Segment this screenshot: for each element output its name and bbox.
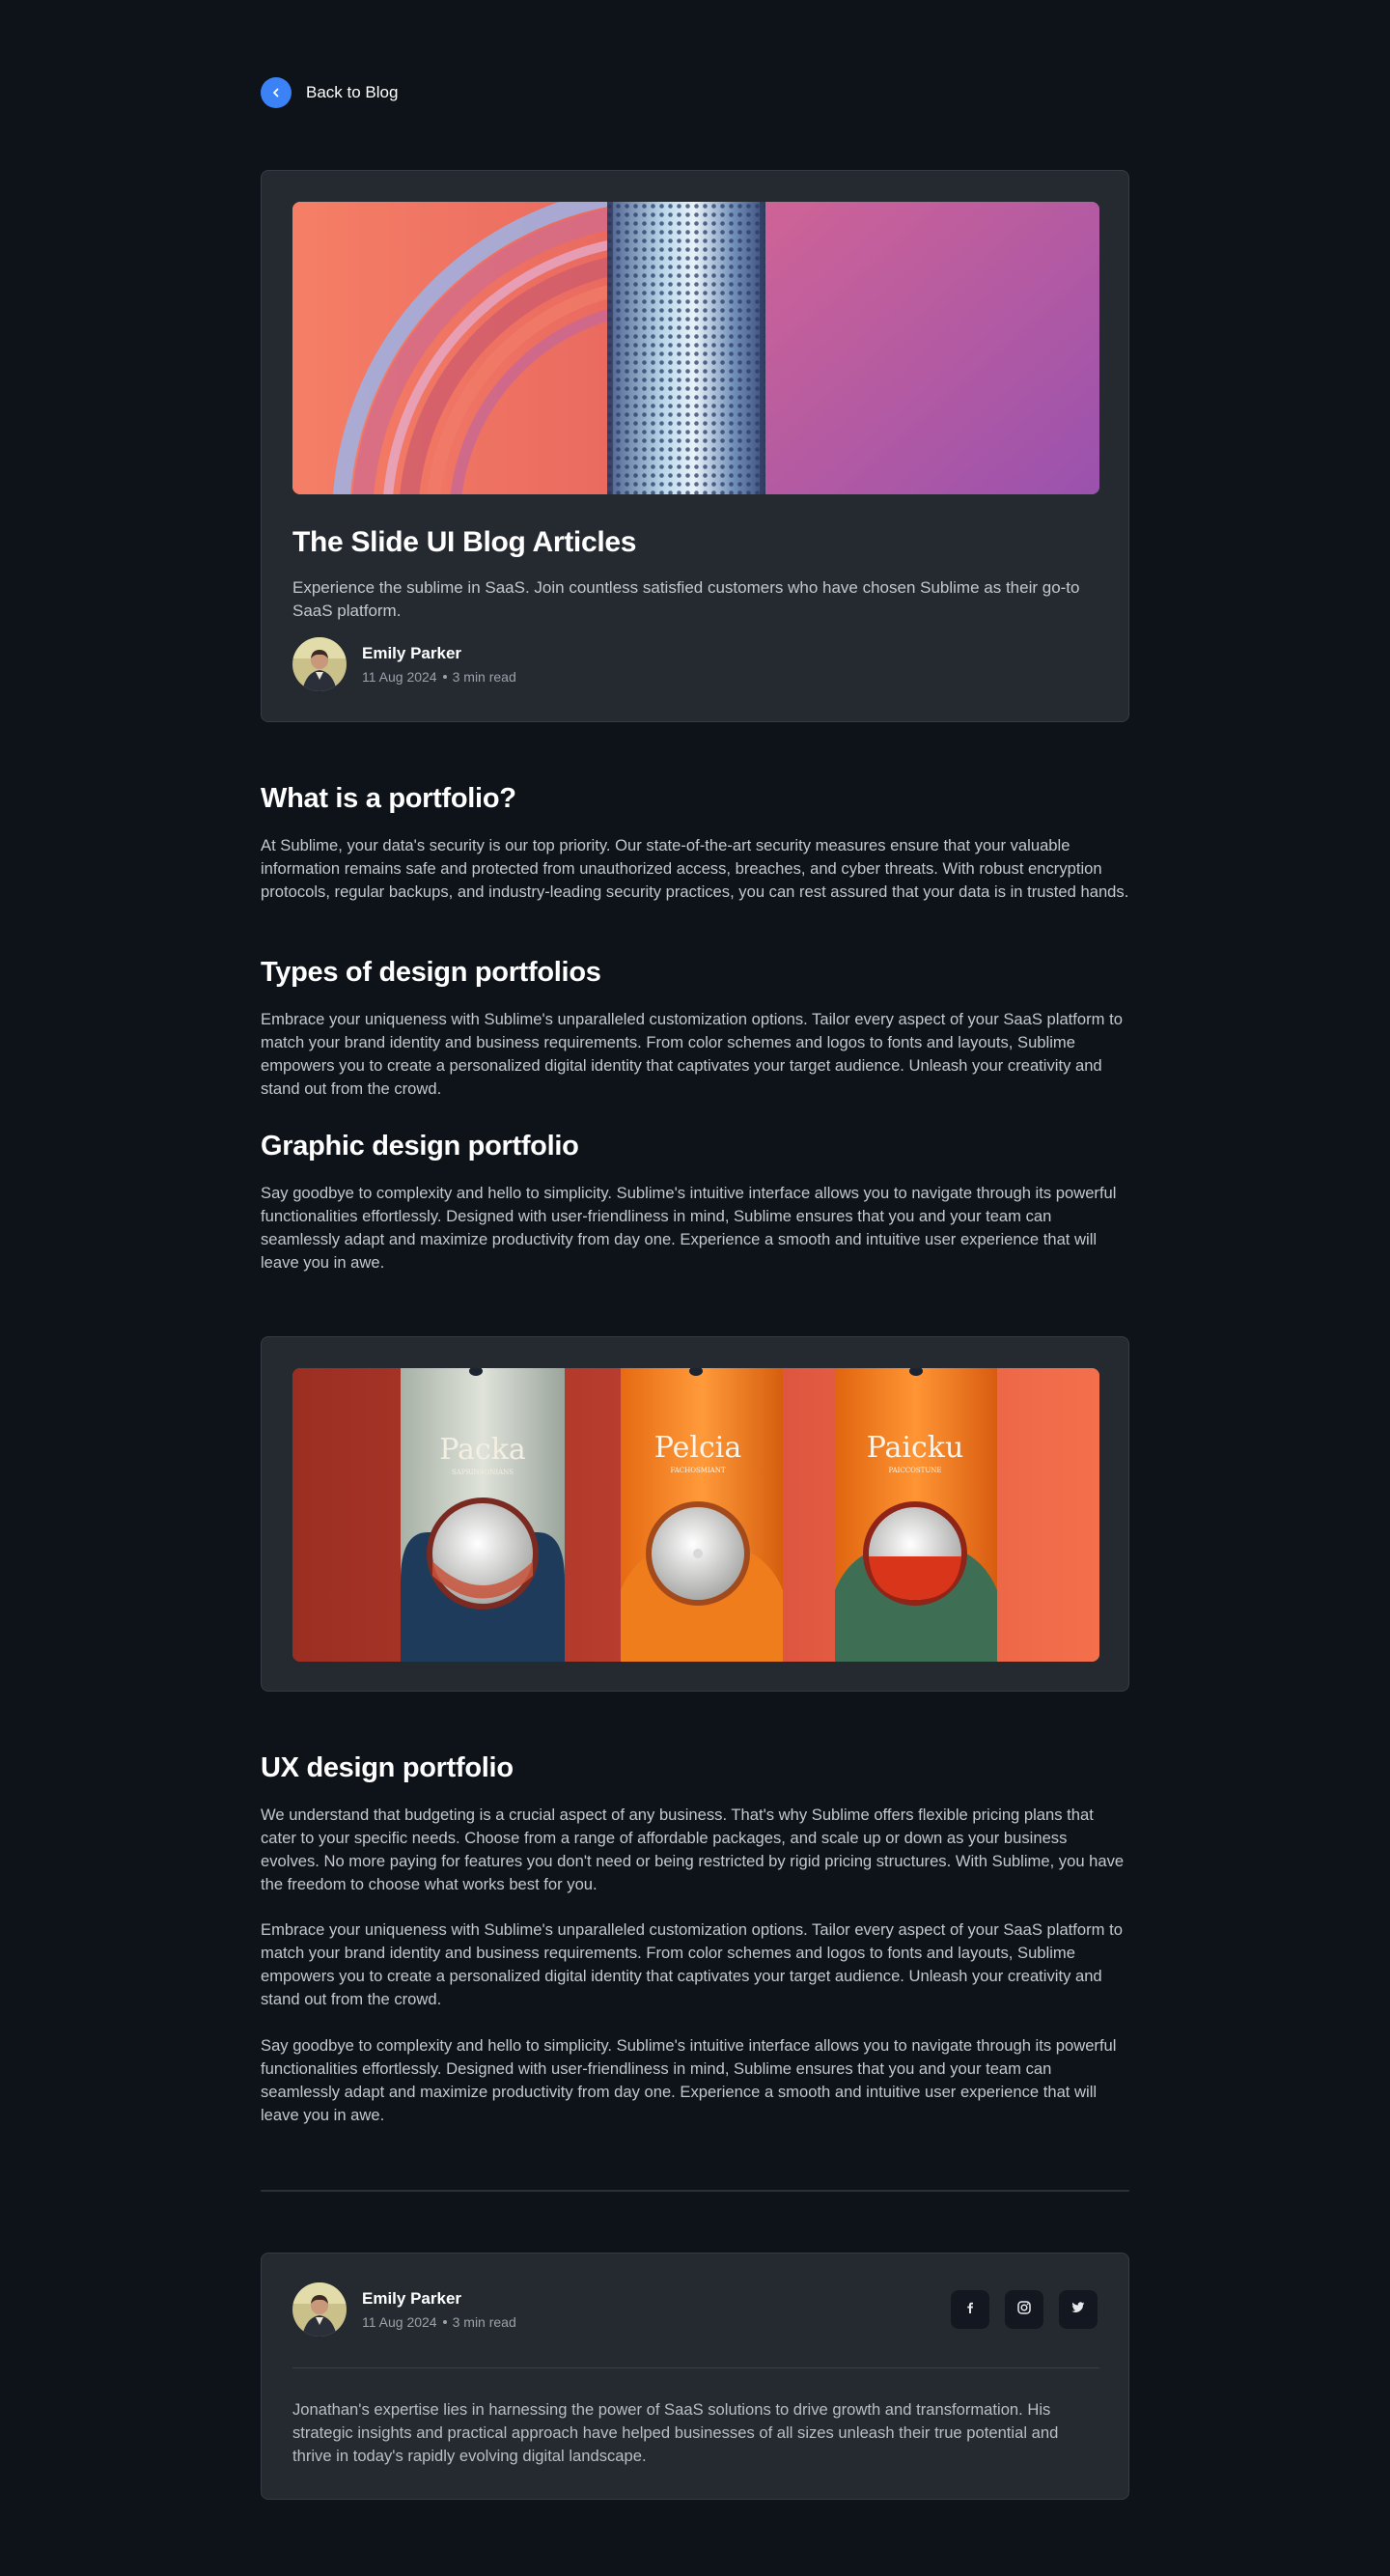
read-time: 3 min read — [452, 669, 516, 685]
post-meta: 11 Aug 2024 3 min read — [362, 669, 516, 685]
post-date: 11 Aug 2024 — [362, 669, 437, 685]
section-heading: UX design portfolio — [261, 1752, 514, 1783]
product-sublabel-2: FACHOSMIANT — [670, 1467, 725, 1474]
divider — [292, 2367, 1099, 2368]
author-block: Emily Parker 11 Aug 2024 3 min read — [292, 637, 516, 691]
article-title: The Slide UI Blog Articles — [292, 526, 637, 558]
product-image: Packa SAPRINSONIANS Pelcia FACHOSMIANT P — [292, 1368, 1099, 1662]
author-block: Emily Parker 11 Aug 2024 3 min read — [292, 2282, 516, 2337]
hero-card: The Slide UI Blog Articles Experience th… — [261, 170, 1129, 722]
instagram-icon — [1016, 2300, 1032, 2320]
section-heading: Graphic design portfolio — [261, 1131, 579, 1162]
twitter-icon — [1070, 2300, 1086, 2320]
author-bio: Jonathan's expertise lies in harnessing … — [292, 2400, 1059, 2465]
section-paragraph: We understand that budgeting is a crucia… — [261, 1806, 1125, 1893]
avatar — [292, 2282, 347, 2337]
read-time: 3 min read — [452, 2314, 516, 2330]
product-label-2: Pelcia — [654, 1431, 742, 1465]
back-label: Back to Blog — [306, 83, 399, 101]
divider — [261, 2190, 1129, 2192]
instagram-button[interactable] — [1005, 2290, 1043, 2329]
avatar — [292, 637, 347, 691]
separator-dot — [442, 2320, 447, 2324]
product-sublabel-3: PAICCOSTUNE — [889, 1467, 942, 1474]
back-to-blog-link[interactable]: Back to Blog — [261, 77, 398, 108]
chevron-left-icon — [261, 77, 292, 108]
section-paragraph: Embrace your uniqueness with Sublime's u… — [261, 1920, 1123, 2008]
section-paragraph: Say goodbye to complexity and hello to s… — [261, 2036, 1117, 2124]
separator-dot — [442, 675, 447, 679]
facebook-icon — [963, 2301, 977, 2319]
image-card: Packa SAPRINSONIANS Pelcia FACHOSMIANT P — [261, 1336, 1129, 1692]
post-meta: 11 Aug 2024 3 min read — [362, 2314, 516, 2330]
social-links — [951, 2290, 1098, 2329]
author-bio-card: Emily Parker 11 Aug 2024 3 min read Jona… — [261, 2253, 1129, 2500]
author-name: Emily Parker — [362, 644, 462, 662]
twitter-button[interactable] — [1059, 2290, 1098, 2329]
post-date: 11 Aug 2024 — [362, 2314, 437, 2330]
product-label-1: Packa — [439, 1433, 526, 1467]
article-description: Experience the sublime in SaaS. Join cou… — [292, 578, 1080, 620]
author-name: Emily Parker — [362, 2289, 462, 2308]
facebook-button[interactable] — [951, 2290, 989, 2329]
section-paragraph: Embrace your uniqueness with Sublime's u… — [261, 1010, 1123, 1098]
section-paragraph: Say goodbye to complexity and hello to s… — [261, 1184, 1117, 1272]
section-heading: What is a portfolio? — [261, 783, 516, 814]
section-paragraph: At Sublime, your data's security is our … — [261, 836, 1129, 901]
product-sublabel-1: SAPRINSONIANS — [452, 1469, 514, 1476]
section-heading: Types of design portfolios — [261, 957, 601, 988]
product-label-3: Paicku — [867, 1431, 964, 1465]
hero-image — [292, 202, 1099, 494]
